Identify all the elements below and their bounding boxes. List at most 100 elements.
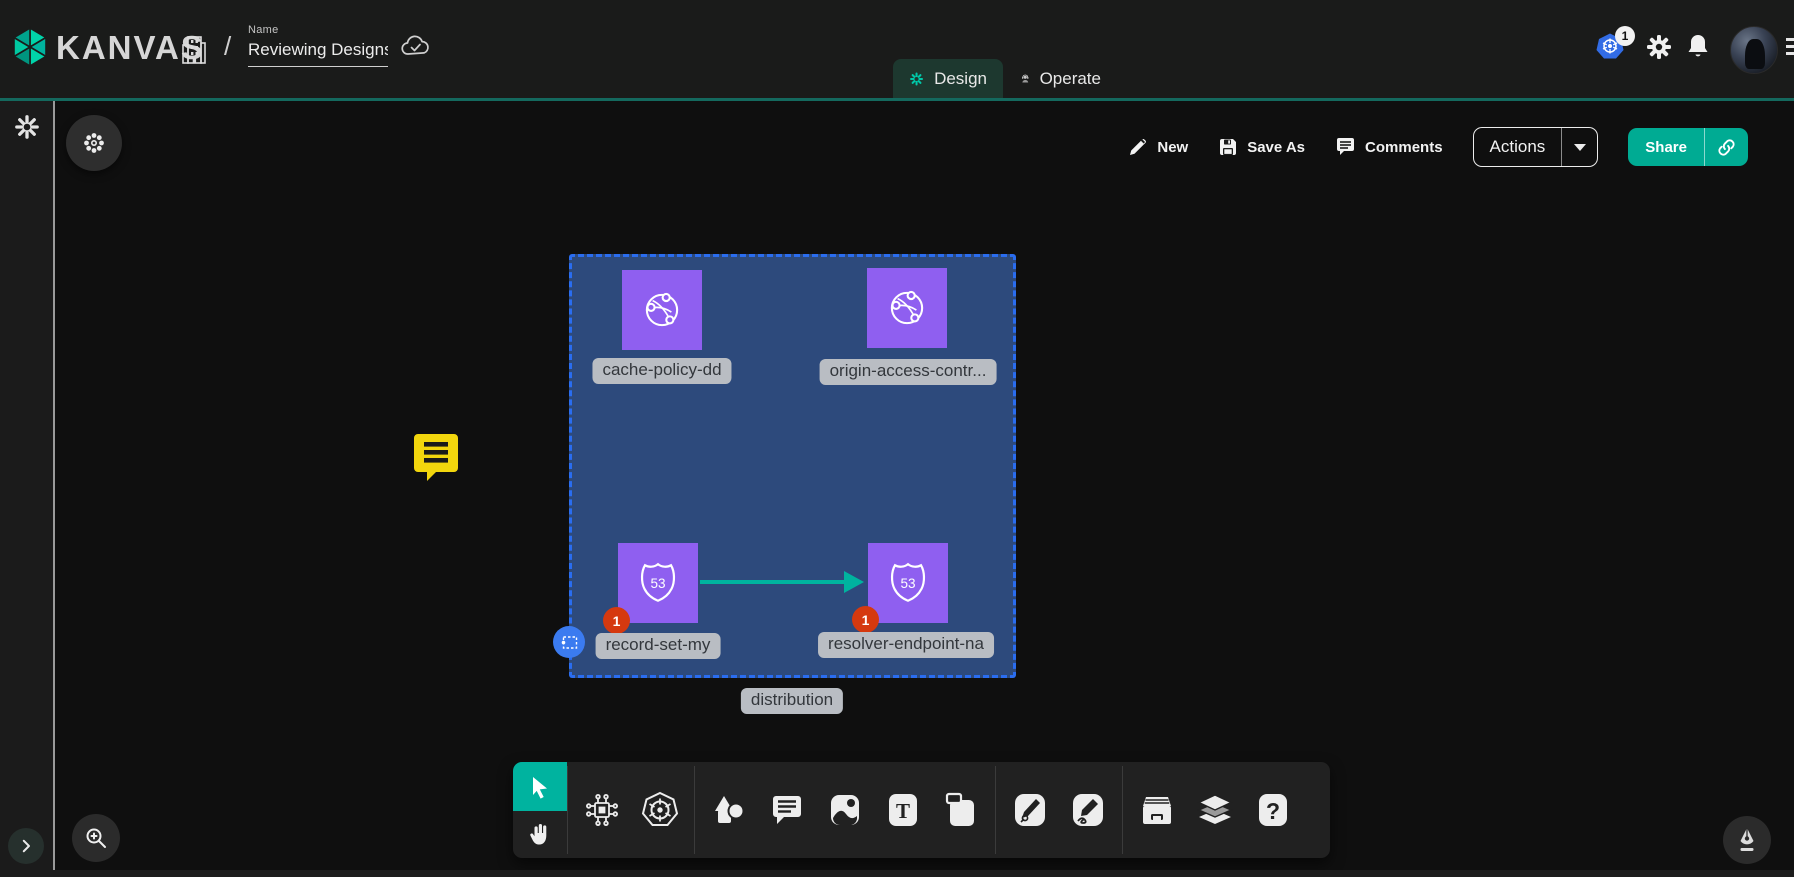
- kubernetes-connection-count-badge[interactable]: 1: [1615, 26, 1635, 46]
- marquee-selection-icon: [561, 635, 578, 650]
- cursor-arrow-icon: [528, 775, 552, 799]
- pencil-scribble-icon: [1070, 791, 1106, 829]
- sidebar-expand-button[interactable]: [8, 828, 44, 864]
- left-sidebar: [0, 101, 53, 877]
- node-notification-badge[interactable]: 1: [852, 606, 879, 633]
- hamburger-menu-icon[interactable]: [1786, 38, 1794, 55]
- node-label[interactable]: resolver-endpoint-na: [818, 632, 994, 658]
- pencil-sketch-button[interactable]: [1062, 780, 1114, 840]
- actions-split-button[interactable]: Actions: [1473, 127, 1599, 167]
- layers-button[interactable]: [1189, 780, 1241, 840]
- canvas-actions-toolbar: New Save As Comments Actions: [1128, 127, 1748, 167]
- tab-design-label: Design: [934, 69, 987, 89]
- chip-icon: [583, 791, 621, 829]
- help-button[interactable]: ?: [1247, 780, 1299, 840]
- node-record-set[interactable]: 53: [618, 543, 698, 623]
- node-origin-access-control[interactable]: [867, 268, 947, 348]
- annotation-tool-group: T: [695, 762, 995, 858]
- link-icon: [1717, 138, 1736, 157]
- magnifier-plus-icon: [84, 826, 108, 850]
- image-tool-button[interactable]: [819, 780, 871, 840]
- share-split-button[interactable]: Share: [1628, 128, 1748, 166]
- shapes-tool-button[interactable]: [703, 780, 755, 840]
- canvas-tool-dock: T: [513, 762, 1330, 858]
- meshery-flower-icon[interactable]: [13, 113, 41, 141]
- canvas-widgets-button[interactable]: [66, 115, 122, 171]
- text-icon: T: [886, 792, 920, 828]
- save-as-button[interactable]: Save As: [1218, 137, 1305, 157]
- bottom-edge-strip: [0, 870, 1794, 877]
- comments-button-label: Comments: [1365, 139, 1443, 156]
- drawer-archive-icon: [1138, 792, 1176, 828]
- svg-text:?: ?: [1266, 798, 1280, 824]
- copy-link-button[interactable]: [1704, 128, 1748, 166]
- design-flower-icon: [909, 68, 924, 90]
- chevron-down-icon: [1574, 144, 1586, 151]
- node-label[interactable]: cache-policy-dd: [592, 358, 731, 384]
- canvas-comment-marker[interactable]: [412, 430, 460, 487]
- share-button-label[interactable]: Share: [1628, 128, 1704, 166]
- question-mark-icon: ?: [1256, 792, 1290, 828]
- select-tool-button[interactable]: [513, 762, 567, 811]
- svg-text:T: T: [896, 799, 910, 823]
- zoom-in-button[interactable]: [72, 814, 120, 862]
- vector-pen-icon: [1012, 791, 1048, 829]
- drawing-tool-group: [996, 762, 1122, 858]
- tab-operate[interactable]: Operate: [1005, 59, 1117, 98]
- operator-headset-icon: [1021, 67, 1030, 91]
- save-as-button-label: Save As: [1247, 139, 1305, 156]
- kubernetes-components-button[interactable]: [634, 780, 686, 840]
- infrastructure-tool-group: [568, 762, 694, 858]
- user-avatar[interactable]: [1730, 26, 1778, 74]
- node-cache-policy[interactable]: [622, 270, 702, 350]
- cloud-sync-icon[interactable]: [400, 34, 432, 60]
- settings-gear-icon[interactable]: [1646, 34, 1672, 60]
- node-resolver-endpoint[interactable]: 53: [868, 543, 948, 623]
- pan-tool-button[interactable]: [513, 811, 567, 858]
- whiteboarding-pen-button[interactable]: [1723, 816, 1771, 864]
- svg-text:53: 53: [900, 576, 915, 591]
- comment-bubble-icon: [1335, 137, 1356, 157]
- node-notification-badge[interactable]: 1: [603, 607, 630, 634]
- name-field-label: Name: [248, 24, 279, 36]
- cloudfront-globe-icon: [638, 286, 686, 334]
- components-drawer-button[interactable]: [1131, 780, 1183, 840]
- group-label[interactable]: distribution: [741, 688, 843, 714]
- edge-arrowhead: [844, 571, 864, 593]
- pencil-new-icon: [1128, 137, 1148, 157]
- tab-design[interactable]: Design: [893, 59, 1003, 98]
- hand-pan-icon: [528, 822, 552, 848]
- route53-shield-icon: 53: [884, 559, 932, 607]
- new-button[interactable]: New: [1128, 137, 1188, 157]
- breadcrumb-separator: /: [224, 31, 231, 62]
- library-tool-group: ?: [1123, 762, 1307, 858]
- group-selection-handle[interactable]: [553, 626, 585, 658]
- cloudfront-globe-icon: [883, 284, 931, 332]
- kanvas-app: KANVAS / Name: [0, 0, 1794, 877]
- infrastructure-components-button[interactable]: [576, 780, 628, 840]
- header-bar: KANVAS / Name: [0, 0, 1794, 98]
- pen-tool-button[interactable]: [1004, 780, 1056, 840]
- node-label[interactable]: origin-access-contr...: [820, 359, 997, 385]
- floppy-save-icon: [1218, 137, 1238, 157]
- note-tool-button[interactable]: [935, 780, 987, 840]
- kubernetes-helm-icon: [640, 790, 680, 830]
- flower-gear-icon: [82, 131, 106, 155]
- text-tool-button[interactable]: T: [877, 780, 929, 840]
- kanvas-logo-icon[interactable]: [12, 26, 48, 73]
- design-name-input[interactable]: [248, 38, 388, 67]
- comments-button[interactable]: Comments: [1335, 137, 1443, 157]
- chevron-right-icon: [17, 837, 35, 855]
- new-button-label: New: [1157, 139, 1188, 156]
- layers-icon: [1195, 791, 1235, 829]
- actions-dropdown-toggle[interactable]: [1561, 128, 1597, 166]
- edge-record-to-resolver[interactable]: [700, 580, 846, 584]
- organization-icon[interactable]: [180, 32, 208, 66]
- tab-operate-label: Operate: [1040, 69, 1101, 89]
- comment-tool-button[interactable]: [761, 780, 813, 840]
- shapes-icon: [710, 791, 748, 829]
- actions-button-label[interactable]: Actions: [1474, 128, 1562, 166]
- notifications-bell-icon[interactable]: [1686, 33, 1710, 60]
- node-label[interactable]: record-set-my: [596, 633, 721, 659]
- comment-bubble-icon: [769, 793, 805, 827]
